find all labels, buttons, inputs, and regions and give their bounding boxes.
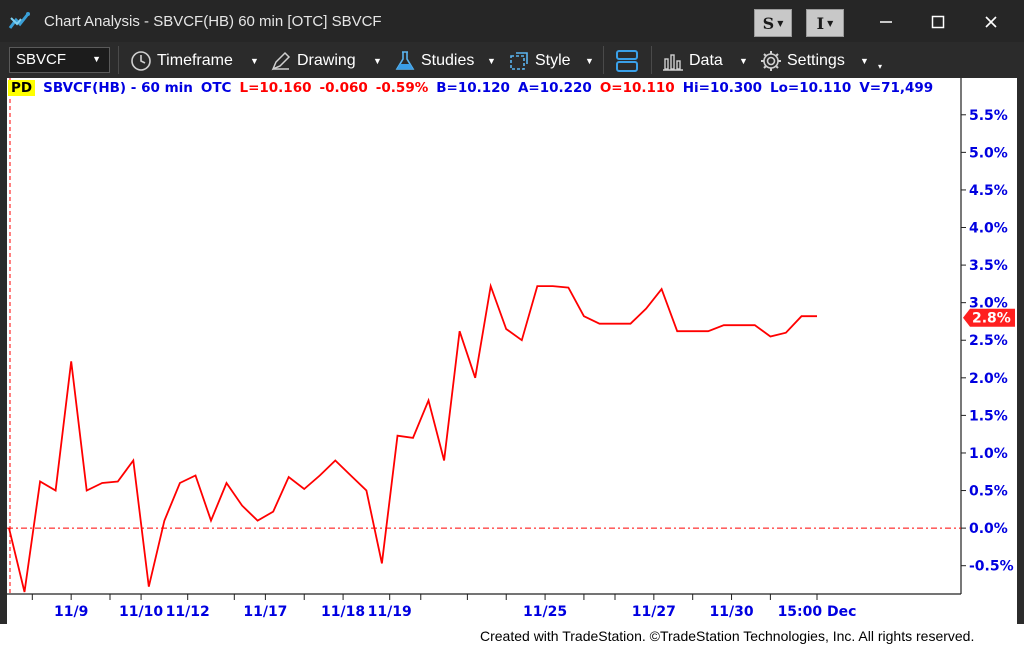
settings-label: Settings (787, 52, 845, 69)
y-tick-label: 1.0% (969, 446, 1008, 462)
y-tick-label: 5.0% (969, 145, 1008, 161)
y-tick-label: 4.0% (969, 221, 1008, 237)
toolbar-divider (603, 46, 604, 74)
x-tick-label: 11/12 (166, 604, 210, 620)
status-last: L=10.160 (239, 80, 312, 96)
y-tick-label: 1.5% (969, 408, 1008, 424)
overflow-icon[interactable]: ▾ (878, 62, 882, 71)
bar-chart-icon (663, 54, 683, 71)
status-line: PD SBVCF(HB) - 60 min OTC L=10.160 -0.060 -0.… (8, 80, 941, 98)
chevron-down-icon[interactable]: ▼ (860, 56, 869, 66)
y-tick-label: 5.5% (969, 108, 1008, 124)
toolbar-divider (118, 46, 119, 74)
symbol-value: SBVCF (16, 51, 67, 68)
chevron-down-icon[interactable]: ▼ (373, 56, 382, 66)
window-title: Chart Analysis - SBVCF(HB) 60 min [OTC] … (44, 13, 382, 30)
last-value-label: 2.8% (972, 311, 1011, 327)
chevron-down-icon[interactable]: ▼ (487, 56, 496, 66)
style-menu[interactable]: Style (508, 48, 571, 74)
settings-menu[interactable]: Settings (760, 48, 845, 74)
gear-icon (761, 51, 781, 71)
x-tick-label: 11/10 (119, 604, 163, 620)
flask-icon (395, 51, 415, 70)
status-change: -0.060 (319, 80, 368, 96)
minimize-button[interactable] (866, 9, 906, 35)
x-tick-label: 11/9 (54, 604, 88, 620)
x-tick-label: 15:00 Dec (778, 604, 857, 620)
price-chart[interactable]: -0.5%0.0%0.5%1.0%1.5%2.0%2.5%3.0%3.5%4.0… (7, 78, 1017, 624)
copyright-footer: Created with TradeStation. ©TradeStation… (480, 628, 975, 644)
status-ask: A=10.220 (517, 80, 592, 96)
close-icon (985, 16, 997, 28)
status-bid: B=10.120 (436, 80, 510, 96)
y-tick-label: 0.0% (969, 521, 1008, 537)
timeframe-label: Timeframe (157, 52, 233, 69)
status-symbol-interval: SBVCF(HB) - 60 min (43, 80, 193, 96)
pen-icon (271, 51, 291, 71)
y-tick-label: 2.0% (969, 371, 1008, 387)
maximize-button[interactable] (918, 9, 958, 35)
timeframe-menu[interactable]: Timeframe (130, 48, 233, 74)
x-tick-label: 11/18 (321, 604, 365, 620)
chart-panel[interactable]: -0.5% 0.0% 0.5% 1.0% 1.5% 2.0% 2.5% 3.0% 3.5% 4.0… (7, 78, 1017, 624)
chevron-down-icon[interactable]: ▼ (250, 56, 259, 66)
minimize-icon (880, 21, 892, 23)
clock-icon (131, 51, 151, 71)
s-button-label: S (762, 13, 775, 33)
status-change-pct: -0.59% (375, 80, 429, 96)
drawing-label: Drawing (297, 52, 356, 69)
toolbar-divider (651, 46, 652, 74)
chevron-down-icon[interactable]: ▼ (739, 56, 748, 66)
chart-analysis-window: Chart Analysis - SBVCF(HB) 60 min [OTC] … (0, 0, 1024, 624)
y-tick-label: 0.5% (969, 484, 1008, 500)
pd-badge: PD (8, 80, 36, 96)
x-tick-label: 11/19 (368, 604, 412, 620)
i-button[interactable]: I ▼ (806, 9, 844, 37)
price-series-line (8, 282, 817, 593)
studies-label: Studies (421, 52, 475, 69)
i-button-label: I (816, 13, 825, 33)
y-tick-label: -0.5% (969, 559, 1014, 575)
style-icon (510, 52, 528, 70)
title-bar[interactable]: Chart Analysis - SBVCF(HB) 60 min [OTC] … (0, 0, 1024, 42)
maximize-icon (931, 15, 945, 29)
tradestation-logo-icon (8, 12, 30, 29)
chevron-down-icon: ▼ (777, 18, 784, 28)
style-label: Style (535, 52, 571, 69)
s-button[interactable]: S ▼ (754, 9, 792, 37)
data-menu[interactable]: Data (662, 48, 723, 74)
chevron-down-icon: ▼ (827, 18, 834, 28)
layout-button[interactable] (614, 48, 645, 74)
drawing-menu[interactable]: Drawing (270, 48, 356, 74)
chevron-down-icon[interactable]: ▼ (92, 54, 101, 64)
status-low: Lo=10.110 (770, 80, 852, 96)
symbol-input[interactable]: SBVCF ▼ (9, 47, 110, 73)
y-tick-label: 3.5% (969, 258, 1008, 274)
studies-menu[interactable]: Studies (394, 48, 474, 74)
data-label: Data (689, 52, 723, 69)
x-tick-label: 11/27 (632, 604, 676, 620)
close-button[interactable] (971, 9, 1011, 35)
status-high: Hi=10.300 (682, 80, 763, 96)
chevron-down-icon[interactable]: ▼ (585, 56, 594, 66)
layout-icon (616, 50, 638, 72)
y-tick-label: 4.5% (969, 183, 1008, 199)
y-tick-label: 2.5% (969, 333, 1008, 349)
status-exchange: OTC (200, 80, 232, 96)
x-tick-label: 11/17 (243, 604, 287, 620)
x-tick-label: 11/30 (709, 604, 753, 620)
status-volume: V=71,499 (859, 80, 934, 96)
status-open: O=10.110 (599, 80, 675, 96)
x-tick-label: 11/25 (523, 604, 567, 620)
